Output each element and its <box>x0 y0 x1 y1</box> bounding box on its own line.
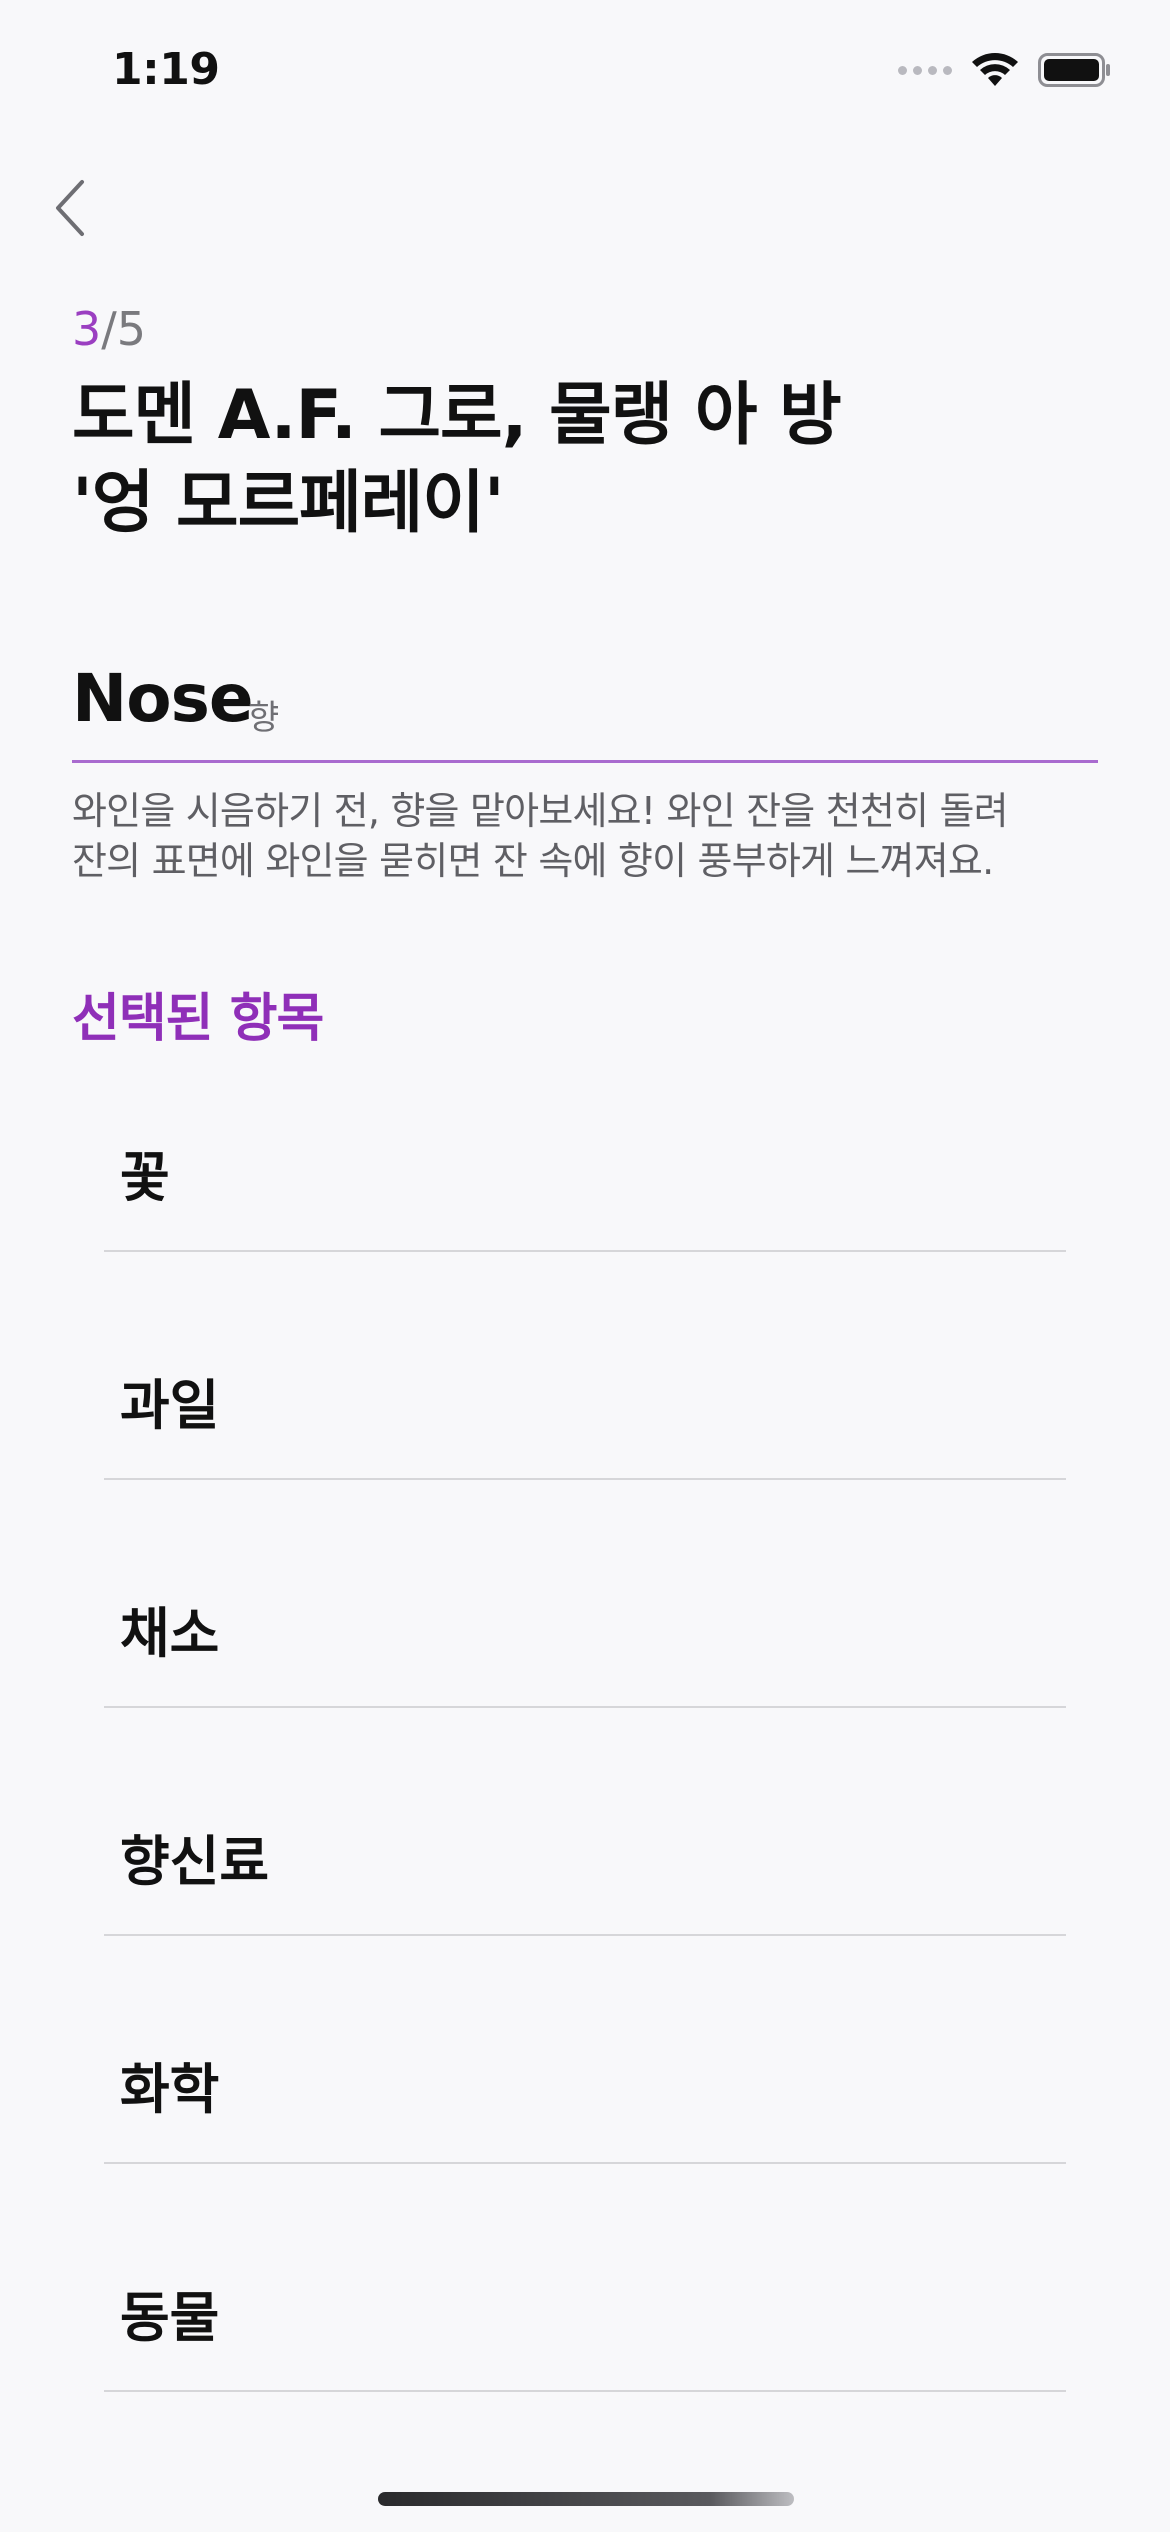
section-subtitle: 향 <box>248 698 280 738</box>
list-item-spice[interactable]: 향신료 <box>104 1710 1066 1936</box>
wine-title: 도멘 A.F. 그로, 물랭 아 방 '엉 모르페레이' <box>72 372 1072 548</box>
step-total: /5 <box>101 302 147 356</box>
section-title: Nose <box>72 660 254 737</box>
list-item-label: 과일 <box>120 1374 220 1437</box>
list-item-label: 동물 <box>120 2286 220 2349</box>
list-item-vegetable[interactable]: 채소 <box>104 1482 1066 1708</box>
section-description: 와인을 시음하기 전, 향을 맡아보세요! 와인 잔을 천천히 돌려 잔의 표면… <box>72 786 1112 886</box>
list-item-chemical[interactable]: 화학 <box>104 1938 1066 2164</box>
list-item-flower[interactable]: 꽃 <box>104 1026 1066 1252</box>
status-bar: 1:19 <box>0 0 1170 140</box>
description-line-1: 와인을 시음하기 전, 향을 맡아보세요! 와인 잔을 천천히 돌려 <box>72 789 1009 833</box>
chevron-left-icon <box>56 180 84 236</box>
step-current: 3 <box>72 302 102 356</box>
section-header: Nose 향 <box>72 660 1098 763</box>
wifi-icon <box>972 53 1018 86</box>
list-item-label: 화학 <box>120 2058 220 2121</box>
step-indicator: 3/5 <box>72 302 146 356</box>
battery-icon <box>1038 53 1110 87</box>
home-indicator[interactable] <box>378 2492 794 2506</box>
list-item-animal[interactable]: 동물 <box>104 2166 1066 2392</box>
list-item-label: 향신료 <box>120 1830 270 1893</box>
wine-title-line-2: '엉 모르페레이' <box>72 464 505 543</box>
selected-items-list: 꽃 과일 채소 향신료 화학 동물 <box>104 1026 1066 2392</box>
list-item-label: 꽃 <box>120 1146 170 1209</box>
status-time: 1:19 <box>112 44 220 95</box>
description-line-2: 잔의 표면에 와인을 묻히면 잔 속에 향이 풍부하게 느껴져요. <box>72 839 994 883</box>
list-item-label: 채소 <box>120 1602 220 1665</box>
wine-title-line-1: 도멘 A.F. 그로, 물랭 아 방 <box>72 376 842 455</box>
status-icons <box>898 52 1112 88</box>
back-button[interactable] <box>40 168 100 248</box>
list-item-fruit[interactable]: 과일 <box>104 1254 1066 1480</box>
cellular-signal-icon <box>898 65 952 75</box>
